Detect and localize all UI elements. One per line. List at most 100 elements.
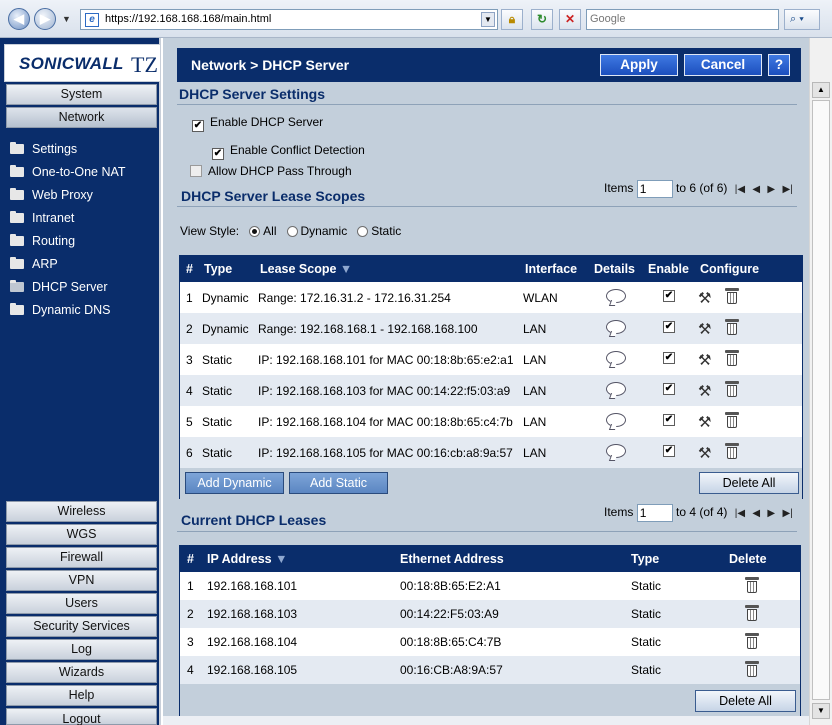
first-page-icon[interactable]: |◀ xyxy=(735,184,745,195)
details-icon[interactable] xyxy=(606,351,626,365)
search-input[interactable]: Google xyxy=(586,9,779,30)
details-icon[interactable] xyxy=(606,289,626,303)
allow-passthrough-checkbox[interactable] xyxy=(190,165,202,177)
sidebar-item-one-to-one-nat[interactable]: One-to-One NAT xyxy=(10,162,126,182)
allow-passthrough-label: Allow DHCP Pass Through xyxy=(208,164,352,178)
col-enable: Enable xyxy=(648,262,689,276)
details-icon[interactable] xyxy=(606,413,626,427)
nav-system[interactable]: System xyxy=(6,84,157,105)
scroll-thumb[interactable] xyxy=(812,100,830,700)
history-dropdown-icon[interactable]: ▼ xyxy=(62,14,71,24)
sidebar-item-intranet[interactable]: Intranet xyxy=(10,208,74,228)
next-page-icon[interactable]: ▶ xyxy=(767,184,775,195)
row-type: Static xyxy=(631,579,662,593)
row-ip-address: 192.168.168.101 xyxy=(207,579,298,593)
add-static-button[interactable]: Add Static xyxy=(289,472,388,494)
nav-firewall[interactable]: Firewall xyxy=(6,547,157,568)
details-icon[interactable] xyxy=(606,444,626,458)
view-all-radio[interactable] xyxy=(249,226,261,237)
address-url[interactable]: https://192.168.168.168/main.html xyxy=(105,13,271,25)
col-lease-scope[interactable]: Lease Scope ▼ xyxy=(260,262,352,276)
trash-icon[interactable] xyxy=(745,577,759,593)
trash-icon[interactable] xyxy=(725,412,739,428)
enable-checkbox[interactable]: ✔ xyxy=(663,383,675,395)
nav-help[interactable]: Help xyxy=(6,685,157,706)
nav-vpn[interactable]: VPN xyxy=(6,570,157,591)
trash-icon[interactable] xyxy=(745,661,759,677)
enable-checkbox[interactable]: ✔ xyxy=(663,445,675,457)
leases-delete-all-button[interactable]: Delete All xyxy=(695,690,796,712)
enable-checkbox[interactable]: ✔ xyxy=(663,290,675,302)
sidebar-item-web-proxy[interactable]: Web Proxy xyxy=(10,185,93,205)
details-icon[interactable] xyxy=(606,382,626,396)
sidebar-item-arp[interactable]: ARP xyxy=(10,254,58,274)
scopes-delete-all-button[interactable]: Delete All xyxy=(699,472,799,494)
sidebar-item-dynamic-dns[interactable]: Dynamic DNS xyxy=(10,300,111,320)
cancel-button[interactable]: Cancel xyxy=(684,54,762,76)
lock-icon[interactable]: 🔒︎ xyxy=(501,9,523,30)
first-page-icon[interactable]: |◀ xyxy=(735,508,745,519)
nav-wizards[interactable]: Wizards xyxy=(6,662,157,683)
nav-wireless[interactable]: Wireless xyxy=(6,501,157,522)
scroll-down-icon[interactable]: ▼ xyxy=(812,703,830,719)
sidebar-item-label: Dynamic DNS xyxy=(32,303,111,317)
trash-icon[interactable] xyxy=(745,605,759,621)
open-folder-icon xyxy=(10,280,24,292)
trash-icon[interactable] xyxy=(725,319,739,335)
refresh-icon[interactable]: ↻ xyxy=(531,9,553,30)
configure-icon[interactable]: ⚒ xyxy=(698,291,711,307)
enable-dhcp-checkbox[interactable]: ✔ xyxy=(192,120,204,132)
enable-checkbox[interactable]: ✔ xyxy=(663,321,675,333)
section-divider xyxy=(177,104,797,105)
nav-logout[interactable]: Logout xyxy=(6,708,157,725)
nav-users[interactable]: Users xyxy=(6,593,157,614)
configure-icon[interactable]: ⚒ xyxy=(698,353,711,369)
enable-dhcp-label: Enable DHCP Server xyxy=(210,115,324,129)
configure-icon[interactable]: ⚒ xyxy=(698,384,711,400)
help-button[interactable]: ? xyxy=(768,54,790,76)
leases-items-input[interactable]: 1 xyxy=(636,504,673,522)
folder-icon xyxy=(10,257,24,269)
stop-icon[interactable]: ✕ xyxy=(559,9,581,30)
forward-icon[interactable]: ▶ xyxy=(34,8,56,30)
current-leases-table: # IP Address ▼ Ethernet Address Type Del… xyxy=(179,545,801,723)
configure-icon[interactable]: ⚒ xyxy=(698,446,711,462)
last-page-icon[interactable]: ▶| xyxy=(782,508,792,519)
table-row: 6 Static IP: 192.168.168.105 for MAC 00:16… xyxy=(180,437,802,468)
prev-page-icon[interactable]: ◀ xyxy=(752,184,760,195)
trash-icon[interactable] xyxy=(725,381,739,397)
folder-icon xyxy=(10,188,24,200)
enable-checkbox[interactable]: ✔ xyxy=(663,352,675,364)
nav-security-services[interactable]: Security Services xyxy=(6,616,157,637)
nav-network[interactable]: Network xyxy=(6,107,157,128)
enable-checkbox[interactable]: ✔ xyxy=(663,414,675,426)
enable-conflict-checkbox[interactable]: ✔ xyxy=(212,148,224,160)
view-dynamic-radio[interactable] xyxy=(286,226,298,237)
configure-icon[interactable]: ⚒ xyxy=(698,415,711,431)
nav-log[interactable]: Log xyxy=(6,639,157,660)
last-page-icon[interactable]: ▶| xyxy=(782,184,792,195)
scrollbar[interactable]: ▲ ▼ xyxy=(809,38,832,725)
search-icon[interactable]: ⌕ ▾ xyxy=(784,9,820,30)
back-icon[interactable]: ◀ xyxy=(8,8,30,30)
address-bar[interactable]: e https://192.168.168.168/main.html ▼ xyxy=(80,9,498,30)
sidebar-item-settings[interactable]: Settings xyxy=(10,139,77,159)
view-static-radio[interactable] xyxy=(357,226,369,237)
trash-icon[interactable] xyxy=(745,633,759,649)
trash-icon[interactable] xyxy=(725,350,739,366)
trash-icon[interactable] xyxy=(725,288,739,304)
scopes-items-input[interactable]: 1 xyxy=(636,180,673,198)
sidebar-item-routing[interactable]: Routing xyxy=(10,231,75,251)
sidebar-item-dhcp-server[interactable]: DHCP Server xyxy=(10,277,107,297)
prev-page-icon[interactable]: ◀ xyxy=(752,508,760,519)
scroll-up-icon[interactable]: ▲ xyxy=(812,82,830,98)
details-icon[interactable] xyxy=(606,320,626,334)
address-dropdown-icon[interactable]: ▼ xyxy=(481,12,495,27)
add-dynamic-button[interactable]: Add Dynamic xyxy=(185,472,284,494)
configure-icon[interactable]: ⚒ xyxy=(698,322,711,338)
apply-button[interactable]: Apply xyxy=(600,54,678,76)
trash-icon[interactable] xyxy=(725,443,739,459)
col-ip-address[interactable]: IP Address ▼ xyxy=(207,552,287,566)
nav-wgs[interactable]: WGS xyxy=(6,524,157,545)
next-page-icon[interactable]: ▶ xyxy=(767,508,775,519)
